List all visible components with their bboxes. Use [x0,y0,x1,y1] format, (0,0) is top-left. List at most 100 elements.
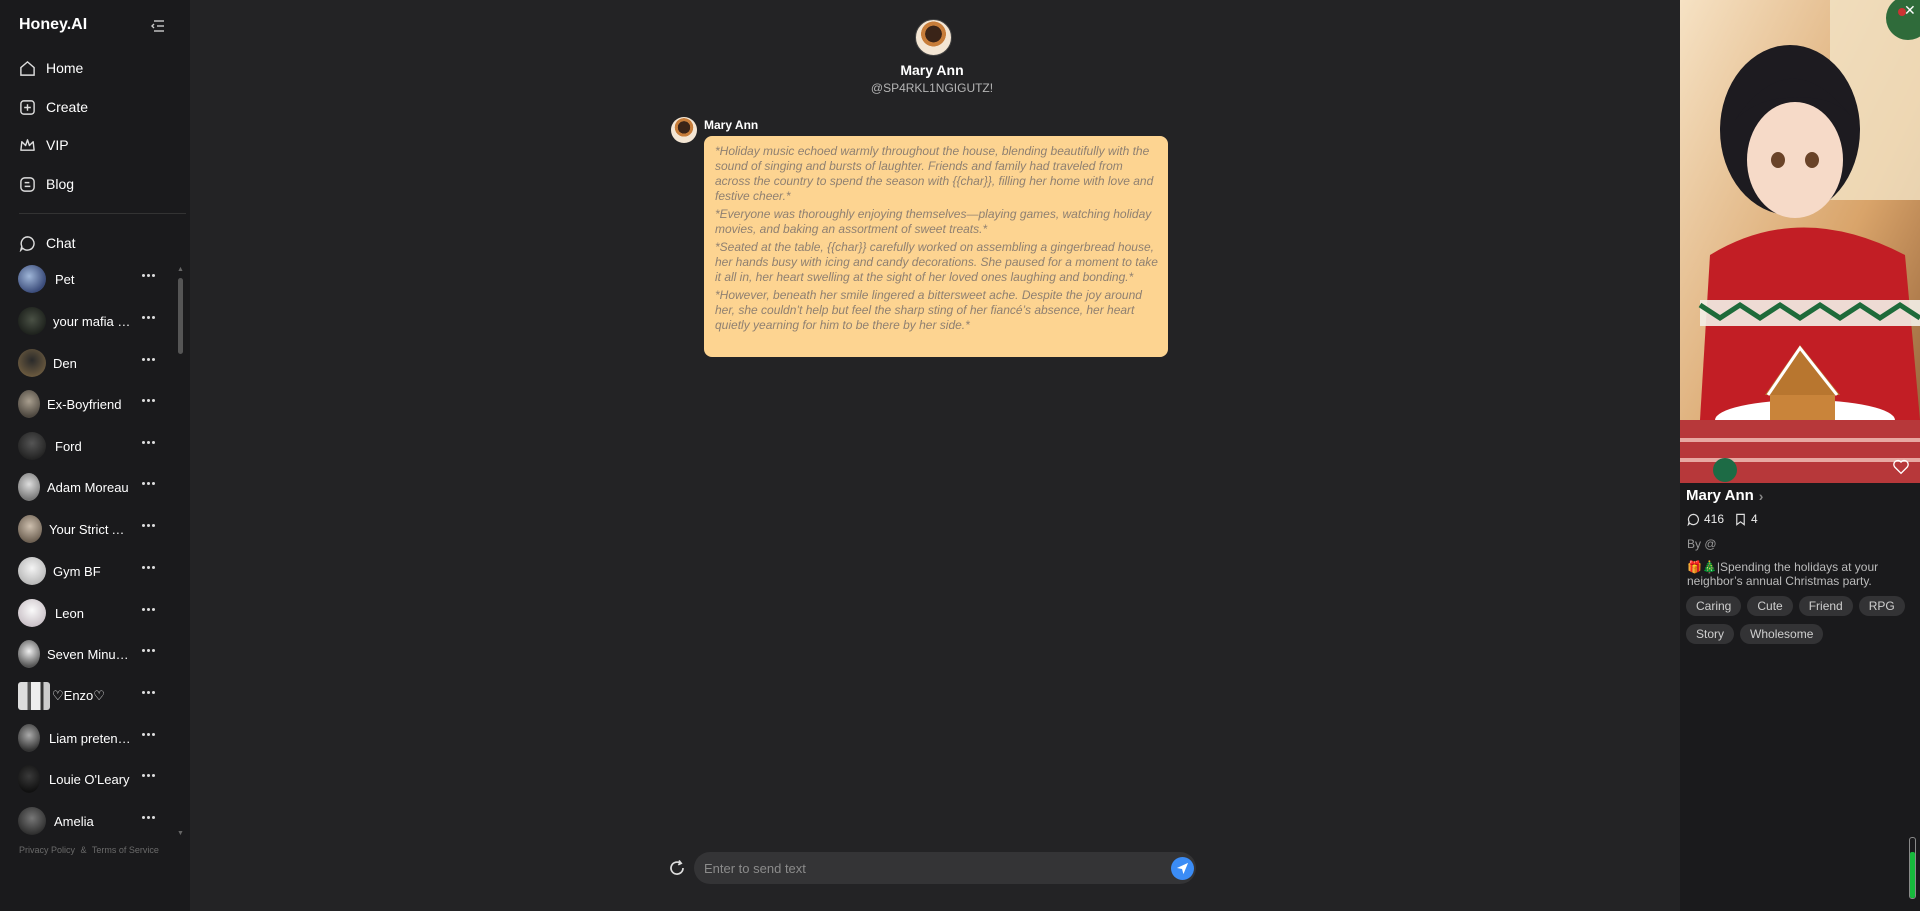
heart-icon[interactable] [1892,458,1910,476]
footer-separator: & [80,845,87,855]
avatar [18,432,46,460]
avatar [18,390,40,418]
tag-chip[interactable]: Friend [1798,596,1853,616]
character-portrait [1680,0,1920,483]
character-profile-panel [1680,0,1920,911]
more-options-icon[interactable] [142,733,156,737]
avatar [18,807,46,835]
tag-chip[interactable]: RPG [1858,596,1905,616]
chat-item-name: ♡Enzo♡ [52,688,105,703]
nav-vip-label: VIP [46,137,69,153]
more-options-icon[interactable] [142,608,156,612]
chat-item-louie[interactable]: Louie O'Leary [18,764,163,794]
chat-item-mafia[interactable]: your mafia husband [18,306,163,336]
chat-item-den[interactable]: Den [18,348,163,378]
profile-name: Mary Ann [1686,487,1754,504]
more-options-icon[interactable] [142,399,156,403]
chat-item-strict-assistant[interactable]: Your Strict Assistant [18,514,163,544]
chat-item-ex-boyfriend[interactable]: Ex-Boyfriend [18,389,163,419]
more-options-icon[interactable] [142,816,156,820]
message-paragraph: *However, beneath her smile lingered a b… [715,288,1142,332]
send-icon [1176,862,1189,875]
message-input[interactable] [704,852,1124,884]
privacy-policy-link[interactable]: Privacy Policy [19,845,75,855]
sidebar: Honey.AI Home Create VIP Blog Chat Pet y… [0,0,190,911]
character-avatar[interactable] [915,19,952,56]
collapse-sidebar-icon[interactable] [150,18,166,34]
more-options-icon[interactable] [142,316,156,320]
chat-item-name: Louie O'Leary [49,771,130,787]
nav-blog-label: Blog [46,176,75,192]
nav-blog[interactable]: Blog [19,172,74,196]
avatar [18,724,40,752]
chat-item-name: Den [53,355,77,371]
chat-item-seven-minutes[interactable]: Seven Minutes [18,639,163,669]
avatar [18,599,46,627]
bookmark-count: 4 [1751,512,1758,526]
blog-icon [20,176,35,192]
character-handle: @SP4RKL1NGIGUTZ! [870,81,994,95]
more-options-icon[interactable] [142,482,156,486]
chat-item-name: Adam Moreau [47,479,129,495]
chat-item-name: Liam pretending [49,730,131,746]
tag-chip[interactable]: Caring [1686,596,1742,616]
chat-item-amelia[interactable]: Amelia [18,806,163,836]
chat-bubble-icon [19,235,35,252]
chat-section-header[interactable]: Chat [19,231,76,255]
avatar [18,557,46,585]
tag-chip[interactable]: Cute [1747,596,1793,616]
more-options-icon[interactable] [142,691,156,695]
nav-vip[interactable]: VIP [19,133,69,157]
chat-item-name: Your Strict Assistant [49,521,133,537]
chat-item-pet[interactable]: Pet [18,264,163,294]
more-options-icon[interactable] [142,524,156,528]
message-sender: Mary Ann [704,118,759,132]
message-paragraph: *Holiday music echoed warmly throughout … [715,144,1154,203]
chat-item-name: your mafia husband [53,313,131,329]
avatar [18,765,40,793]
avatar [18,515,42,543]
scroll-down-arrow-icon[interactable]: ▼ [177,830,184,837]
chat-item-ford[interactable]: Ford [18,431,163,461]
profile-name-link[interactable]: Mary Ann › [1686,487,1763,504]
chat-item-liam[interactable]: Liam pretending [18,723,163,753]
avatar [18,349,46,377]
message-input-container [694,852,1196,884]
message-bubble: *Holiday music echoed warmly throughout … [704,136,1168,357]
plus-square-icon [20,99,35,115]
character-name: Mary Ann [900,62,964,78]
more-options-icon[interactable] [142,358,156,362]
close-icon[interactable]: ✕ [1904,2,1916,19]
more-options-icon[interactable] [142,774,156,778]
avatar [18,307,46,335]
more-options-icon[interactable] [142,441,156,445]
chat-item-name: Gym BF [53,563,101,579]
nav-home[interactable]: Home [19,56,83,80]
app-root: Honey.AI Home Create VIP Blog Chat Pet y… [0,0,1920,911]
chat-item-name: Amelia [54,813,94,829]
bookmark-icon [1736,513,1745,526]
chat-count-icon [1687,513,1699,526]
avatar [18,640,40,668]
tag-chip[interactable]: Wholesome [1740,624,1824,644]
profile-stats: 416 4 [1687,512,1758,526]
nav-create-label: Create [46,99,89,115]
profile-author[interactable]: By @ [1687,537,1717,551]
refresh-icon[interactable] [667,858,687,878]
more-options-icon[interactable] [142,649,156,653]
sidebar-scrollbar-thumb[interactable] [178,278,183,354]
more-options-icon[interactable] [142,566,156,570]
chat-item-name: Ford [55,438,82,454]
more-options-icon[interactable] [142,274,156,278]
chat-item-gym-bf[interactable]: Gym BF [18,556,163,586]
chat-item-name: Seven Minutes [47,646,129,662]
send-button[interactable] [1171,857,1194,880]
terms-of-service-link[interactable]: Terms of Service [92,845,159,855]
chat-item-adam[interactable]: Adam Moreau [18,472,163,502]
chat-item-name: Leon [55,605,84,621]
tag-chip[interactable]: Story [1686,624,1735,644]
chat-item-leon[interactable]: Leon [18,598,163,628]
brand-logo[interactable]: Honey.AI [19,16,87,34]
chat-item-enzo[interactable]: ♡Enzo♡ [18,681,163,711]
nav-create[interactable]: Create [19,95,88,119]
